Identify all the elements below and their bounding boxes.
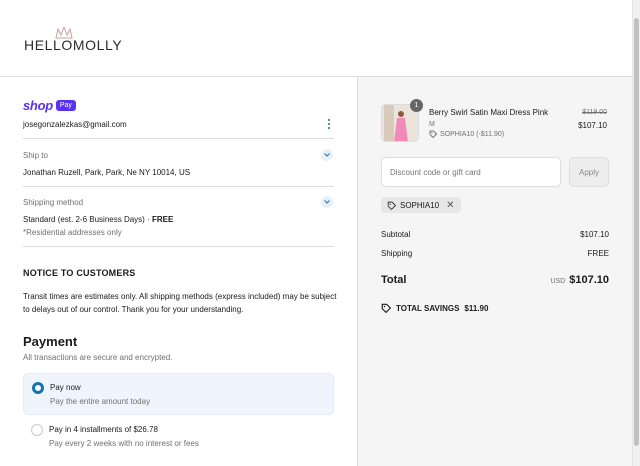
contact-email: josegonzalezkas@gmail.com: [23, 120, 127, 129]
divider: [23, 186, 334, 187]
notice-title: NOTICE TO CUSTOMERS: [23, 268, 136, 278]
option-title: Pay in 4 installments of $26.78: [49, 425, 158, 434]
product-variant: M: [429, 121, 435, 128]
subtotal-row: Subtotal $107.10: [381, 230, 609, 239]
quantity-badge: 1: [410, 99, 423, 112]
discount-code-input[interactable]: [381, 157, 561, 187]
shipping-method-value: Standard (est. 2-6 Business Days) · FREE: [23, 215, 173, 224]
ship-to-label: Ship to: [23, 151, 48, 160]
header: HELLOMOLLY: [0, 0, 632, 77]
product-name: Berry Swirl Satin Maxi Dress Pink: [429, 108, 549, 117]
applied-code: SOPHIA10: [400, 200, 440, 210]
product-discount: SOPHIA10 (-$11.90): [429, 130, 504, 138]
shipping-method-note: *Residential addresses only: [23, 228, 122, 237]
divider: [23, 246, 334, 247]
shipping-label: Shipping: [381, 249, 413, 258]
payment-title: Payment: [23, 334, 78, 349]
checkout-main: shop Pay josegonzalezkas@gmail.com Ship …: [0, 77, 357, 466]
total-amount: $107.10: [569, 274, 609, 286]
item-price: $107.10: [578, 121, 607, 130]
tag-icon: [429, 130, 437, 138]
shipping-method-price: FREE: [151, 215, 174, 224]
shipping-value: FREE: [587, 249, 609, 258]
tag-icon: [381, 303, 391, 313]
radio-selected[interactable]: [32, 382, 44, 394]
pay-badge: Pay: [55, 100, 76, 111]
store-logo[interactable]: HELLOMOLLY: [24, 27, 134, 57]
remove-code-icon[interactable]: ✕: [446, 200, 454, 211]
total-label: Total: [381, 274, 407, 286]
scrollbar-thumb[interactable]: [634, 18, 639, 446]
order-summary: 1 Berry Swirl Satin Maxi Dress Pink M SO…: [357, 77, 632, 466]
option-subtitle: Pay every 2 weeks with no interest or fe…: [49, 439, 199, 448]
chevron-down-icon[interactable]: [321, 149, 333, 161]
radio-unselected[interactable]: [31, 424, 43, 436]
total-savings: TOTAL SAVINGS $11.90: [381, 303, 488, 313]
applied-code-tag: SOPHIA10 ✕: [381, 197, 461, 213]
payment-subtitle: All transactions are secure and encrypte…: [23, 353, 173, 362]
subtotal-value: $107.10: [580, 230, 609, 239]
original-price: $119.00: [582, 109, 607, 116]
option-title: Pay now: [50, 383, 81, 392]
notice-body: Transit times are estimates only. All sh…: [23, 292, 337, 314]
shop-pay-logo: shop Pay: [23, 98, 76, 113]
divider: [23, 138, 334, 139]
savings-label: TOTAL SAVINGS: [396, 303, 460, 313]
subtotal-label: Subtotal: [381, 230, 411, 239]
option-subtitle: Pay the entire amount today: [50, 397, 151, 406]
shop-word: shop: [23, 98, 53, 113]
product-discount-text: SOPHIA10 (-$11.90): [440, 130, 505, 138]
tag-icon: [387, 201, 396, 210]
shipping-method-label: Shipping method: [23, 198, 84, 207]
shipping-row: Shipping FREE: [381, 249, 609, 258]
apply-button[interactable]: Apply: [569, 157, 609, 187]
more-options-icon[interactable]: [325, 117, 333, 131]
total-row: Total USD $107.10: [381, 274, 609, 286]
chevron-down-icon[interactable]: [321, 196, 333, 208]
payment-option-pay-now[interactable]: Pay now Pay the entire amount today: [23, 373, 334, 415]
ship-to-address: Jonathan Ruzell, Park, Park, Ne NY 10014…: [23, 168, 191, 177]
payment-option-installments[interactable]: Pay in 4 installments of $26.78 Pay ever…: [23, 416, 334, 458]
total-currency: USD: [550, 278, 566, 285]
scrollbar[interactable]: [632, 0, 640, 466]
store-name: HELLOMOLLY: [24, 37, 123, 53]
shipping-method-text: Standard (est. 2-6 Business Days) ·: [23, 215, 152, 224]
savings-value: $11.90: [464, 303, 489, 313]
